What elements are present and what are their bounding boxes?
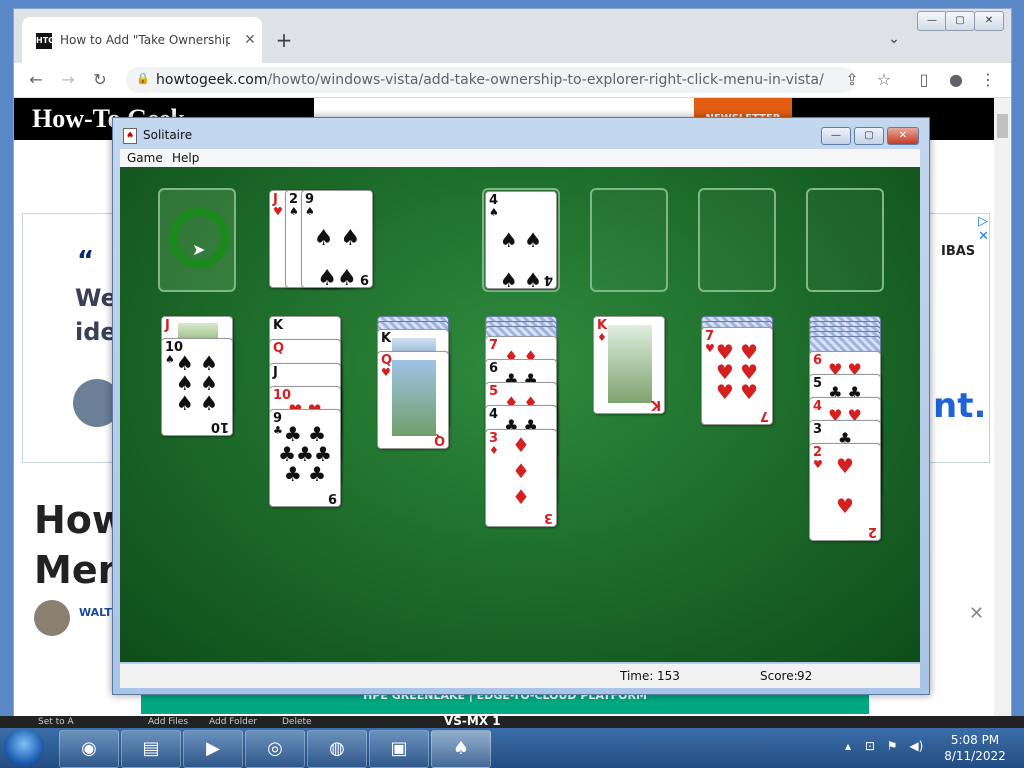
set-to-a-button[interactable]: Set to A bbox=[38, 717, 74, 727]
add-files-button[interactable]: Add Files bbox=[148, 717, 188, 727]
stock-pile[interactable]: ➤ bbox=[158, 188, 236, 292]
score-label: Score: bbox=[760, 669, 798, 683]
tab-strip: HTG How to Add "Take Ownership" to ✕ + ⌄… bbox=[14, 9, 1011, 63]
waste-card-top[interactable]: 9 ♠ ♠ ♠ ♠♠ 9 bbox=[301, 190, 373, 288]
sol-maximize-button[interactable]: ▢ bbox=[854, 127, 884, 145]
lock-icon: 🔒 bbox=[136, 72, 150, 85]
foundation-4[interactable] bbox=[806, 188, 884, 292]
reload-icon[interactable]: ↻ bbox=[88, 68, 112, 92]
browser-toolbar: ← → ↻ 🔒 howtogeek.com/howto/windows-vist… bbox=[14, 63, 1011, 98]
minimize-button[interactable]: — bbox=[917, 11, 947, 31]
new-tab-button[interactable]: + bbox=[272, 29, 296, 53]
show-hidden-icons-icon[interactable]: ▴ bbox=[845, 739, 851, 753]
ad-quote-mark: “ bbox=[77, 246, 95, 276]
url-text: howtogeek.com/howto/windows-vista/add-ta… bbox=[156, 72, 824, 88]
solitaire-status-bar: Time: 153 Score: 92 bbox=[120, 663, 920, 688]
tableau-card[interactable]: Q ♥ Q bbox=[377, 351, 449, 449]
ad-brand-text: nt. bbox=[933, 386, 987, 426]
foundation-card[interactable]: 4 ♠ ♠ ♠ ♠ ♠ 4 bbox=[485, 191, 557, 289]
chrome-taskbar-icon[interactable]: ◉ bbox=[59, 730, 119, 768]
back-arrow-icon[interactable]: ← bbox=[24, 68, 48, 92]
taskbar: ◉ ▤ ▶ ◎ ◍ ▣ ♠ ▴ ⊡ ⚑ ◀) 5:08 PM 8/11/2022 bbox=[0, 728, 1024, 768]
sol-minimize-button[interactable]: — bbox=[821, 127, 851, 145]
recycle-icon bbox=[169, 208, 229, 268]
mouse-cursor-icon: ➤ bbox=[192, 240, 206, 259]
delete-button[interactable]: Delete bbox=[282, 717, 312, 727]
ad-close-icon[interactable]: ▷ ✕ bbox=[978, 214, 989, 244]
close-icon[interactable]: ✕ bbox=[969, 603, 984, 624]
network-icon[interactable]: ⊡ bbox=[865, 739, 875, 753]
maximize-button[interactable]: ▢ bbox=[945, 11, 975, 31]
foundation-1[interactable]: 4 ♠ ♠ ♠ ♠ ♠ 4 bbox=[482, 188, 560, 292]
menu-game[interactable]: Game bbox=[127, 151, 163, 165]
start-button[interactable] bbox=[4, 729, 44, 767]
clock[interactable]: 5:08 PM 8/11/2022 bbox=[940, 732, 1010, 764]
profile-icon[interactable]: ● bbox=[944, 68, 968, 92]
close-tab-icon[interactable]: ✕ bbox=[240, 30, 260, 50]
monitor-taskbar-icon[interactable]: ▣ bbox=[369, 730, 429, 768]
system-tray: ▴ ⊡ ⚑ ◀) bbox=[845, 739, 923, 753]
speaker-taskbar-icon[interactable]: ◍ bbox=[307, 730, 367, 768]
tab-search-icon[interactable]: ⌄ bbox=[884, 31, 904, 51]
solitaire-app-icon: ♠ bbox=[123, 128, 137, 144]
bookmark-star-icon[interactable]: ☆ bbox=[872, 68, 896, 92]
tableau-card[interactable]: 3 ♦ ♦ ♦ ♦ 3 bbox=[485, 429, 557, 527]
media-player-taskbar-icon[interactable]: ▶ bbox=[183, 730, 243, 768]
time-label: Time: bbox=[620, 669, 654, 683]
foundation-2[interactable] bbox=[590, 188, 668, 292]
tableau-card[interactable]: 10 ♠ ♠ ♠ ♠ ♠ ♠ ♠ 10 bbox=[161, 338, 233, 436]
explorer-taskbar-icon[interactable]: ▤ bbox=[121, 730, 181, 768]
music-taskbar-icon[interactable]: ◎ bbox=[245, 730, 305, 768]
clock-date: 8/11/2022 bbox=[944, 749, 1006, 763]
tab-title: How to Add "Take Ownership" to bbox=[60, 33, 230, 47]
tableau-card[interactable]: 9 ♣ ♣ ♣ ♣♣♣ ♣ ♣ 9 bbox=[269, 409, 341, 507]
volume-icon[interactable]: ◀) bbox=[909, 739, 923, 753]
bottom-text: VS-MX 1 bbox=[444, 714, 501, 728]
clock-time: 5:08 PM bbox=[950, 733, 1000, 747]
sol-close-button[interactable]: ✕ bbox=[887, 127, 919, 145]
add-folder-button[interactable]: Add Folder bbox=[209, 717, 257, 727]
score-value: 92 bbox=[797, 669, 813, 683]
ad-right-text: IBAS bbox=[941, 244, 976, 259]
author-avatar bbox=[34, 600, 70, 636]
game-table: ➤ J ♥ 2 ♠ 9 ♠ ♠ ♠ ♠♠ 9 4 ♠ ♠ ♠ ♠ ♠ 4 J 10 ♠ ♠ ♠ ♠ ♠ ♠ … bbox=[120, 167, 920, 662]
browser-tab[interactable]: HTG How to Add "Take Ownership" to ✕ bbox=[22, 17, 262, 63]
background-app-bar: Set to A Add Files Add Folder Delete VS-… bbox=[0, 714, 1024, 728]
menu-help[interactable]: Help bbox=[172, 151, 199, 165]
solitaire-taskbar-icon[interactable]: ♠ bbox=[431, 730, 491, 768]
address-bar[interactable]: 🔒 howtogeek.com/howto/windows-vista/add-… bbox=[126, 67, 856, 93]
solitaire-menu-bar: Game Help bbox=[120, 149, 920, 167]
foundation-3[interactable] bbox=[698, 188, 776, 292]
close-window-button[interactable]: ✕ bbox=[974, 11, 1004, 31]
solitaire-title: Solitaire bbox=[143, 128, 193, 142]
action-center-icon[interactable]: ⚑ bbox=[887, 739, 898, 753]
favicon-icon: HTG bbox=[36, 33, 55, 49]
forward-arrow-icon[interactable]: → bbox=[56, 68, 80, 92]
share-icon[interactable]: ⇪ bbox=[840, 68, 864, 92]
tableau-card[interactable]: 2 ♥ ♥ ♥ 2 bbox=[809, 443, 881, 541]
time-value: 153 bbox=[657, 669, 680, 683]
solitaire-window: ♠ Solitaire — ▢ ✕ Game Help ➤ J ♥ 2 ♠ 9 ♠ ♠ … bbox=[112, 117, 930, 695]
side-panel-icon[interactable]: ▯ bbox=[912, 68, 936, 92]
page-scrollbar[interactable] bbox=[994, 98, 1011, 725]
tableau-card[interactable]: 7 ♥ ♥ ♥ ♥ ♥ ♥ ♥ 7 bbox=[701, 327, 773, 425]
menu-dots-icon[interactable]: ⋮ bbox=[976, 68, 1000, 92]
tableau-card[interactable]: K ♦ K bbox=[593, 316, 665, 414]
